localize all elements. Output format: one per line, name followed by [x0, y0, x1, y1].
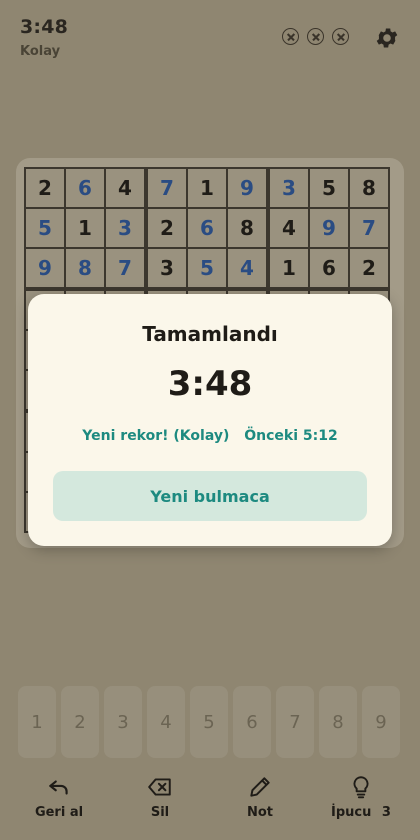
toolbar: Geri al Sil Not İpucu 3: [0, 770, 420, 840]
difficulty-label: Kolay: [20, 44, 61, 59]
hint-label: İpucu 3: [331, 805, 391, 820]
backspace-icon: [148, 778, 171, 796]
sudoku-cell[interactable]: 6: [188, 209, 226, 247]
sudoku-cell[interactable]: 4: [228, 249, 266, 287]
number-key[interactable]: 4: [147, 686, 185, 758]
number-key[interactable]: 2: [61, 686, 99, 758]
sudoku-cell[interactable]: 9: [228, 169, 266, 207]
hint-button[interactable]: İpucu 3: [316, 770, 406, 830]
sudoku-cell[interactable]: 2: [26, 169, 64, 207]
header: 3:48 Kolay: [0, 0, 420, 70]
number-key[interactable]: 6: [233, 686, 271, 758]
pencil-icon: [250, 777, 270, 797]
sudoku-cell[interactable]: 8: [350, 169, 388, 207]
undo-icon: [49, 780, 68, 795]
sudoku-cell[interactable]: 1: [188, 169, 226, 207]
timer: 3:48: [20, 16, 69, 38]
sudoku-cell[interactable]: 2: [148, 209, 186, 247]
number-key[interactable]: 1: [18, 686, 56, 758]
sudoku-cell[interactable]: 6: [310, 249, 348, 287]
sudoku-cell[interactable]: 5: [188, 249, 226, 287]
number-key[interactable]: 8: [319, 686, 357, 758]
undo-label: Geri al: [34, 805, 84, 820]
lightbulb-icon: [353, 776, 369, 799]
previous-record-text: Önceki 5:12: [244, 428, 338, 444]
hint-text: İpucu: [331, 805, 372, 820]
circle-x-icon: [332, 28, 349, 45]
sudoku-cell[interactable]: 9: [310, 209, 348, 247]
note-label: Not: [246, 805, 274, 820]
final-time: 3:48: [167, 364, 253, 404]
sudoku-cell[interactable]: 7: [106, 249, 144, 287]
sudoku-cell[interactable]: 4: [106, 169, 144, 207]
sudoku-cell[interactable]: 8: [66, 249, 104, 287]
sudoku-cell[interactable]: 4: [270, 209, 308, 247]
hint-count: 3: [381, 805, 391, 820]
note-button[interactable]: Not: [215, 770, 305, 830]
number-key[interactable]: 5: [190, 686, 228, 758]
mistakes-indicator: [282, 28, 349, 45]
sudoku-cell[interactable]: 5: [310, 169, 348, 207]
erase-label: Sil: [150, 805, 170, 820]
new-puzzle-button[interactable]: Yeni bulmaca: [53, 471, 367, 521]
undo-button[interactable]: Geri al: [14, 770, 104, 830]
circle-x-icon: [307, 28, 324, 45]
record-stats: Yeni rekor! (Kolay) Önceki 5:12: [28, 428, 392, 444]
sudoku-cell[interactable]: 1: [66, 209, 104, 247]
gear-icon[interactable]: [374, 25, 400, 51]
sudoku-cell[interactable]: 8: [228, 209, 266, 247]
sudoku-cell[interactable]: 3: [270, 169, 308, 207]
number-key[interactable]: 3: [104, 686, 142, 758]
dialog-title: Tamamlandı: [142, 322, 278, 346]
number-key[interactable]: 9: [362, 686, 400, 758]
number-key[interactable]: 7: [276, 686, 314, 758]
sudoku-cell[interactable]: 5: [26, 209, 64, 247]
sudoku-cell[interactable]: 2: [350, 249, 388, 287]
erase-button[interactable]: Sil: [115, 770, 205, 830]
sudoku-cell[interactable]: 6: [66, 169, 104, 207]
completion-dialog: Tamamlandı 3:48 Yeni rekor! (Kolay) Önce…: [28, 294, 392, 546]
sudoku-cell[interactable]: 7: [350, 209, 388, 247]
sudoku-cell[interactable]: 1: [270, 249, 308, 287]
sudoku-cell[interactable]: 3: [106, 209, 144, 247]
number-pad: 123456789: [18, 686, 404, 758]
sudoku-cell[interactable]: 3: [148, 249, 186, 287]
circle-x-icon: [282, 28, 299, 45]
sudoku-cell[interactable]: 9: [26, 249, 64, 287]
new-record-text: Yeni rekor! (Kolay): [82, 428, 230, 444]
sudoku-cell[interactable]: 7: [148, 169, 186, 207]
